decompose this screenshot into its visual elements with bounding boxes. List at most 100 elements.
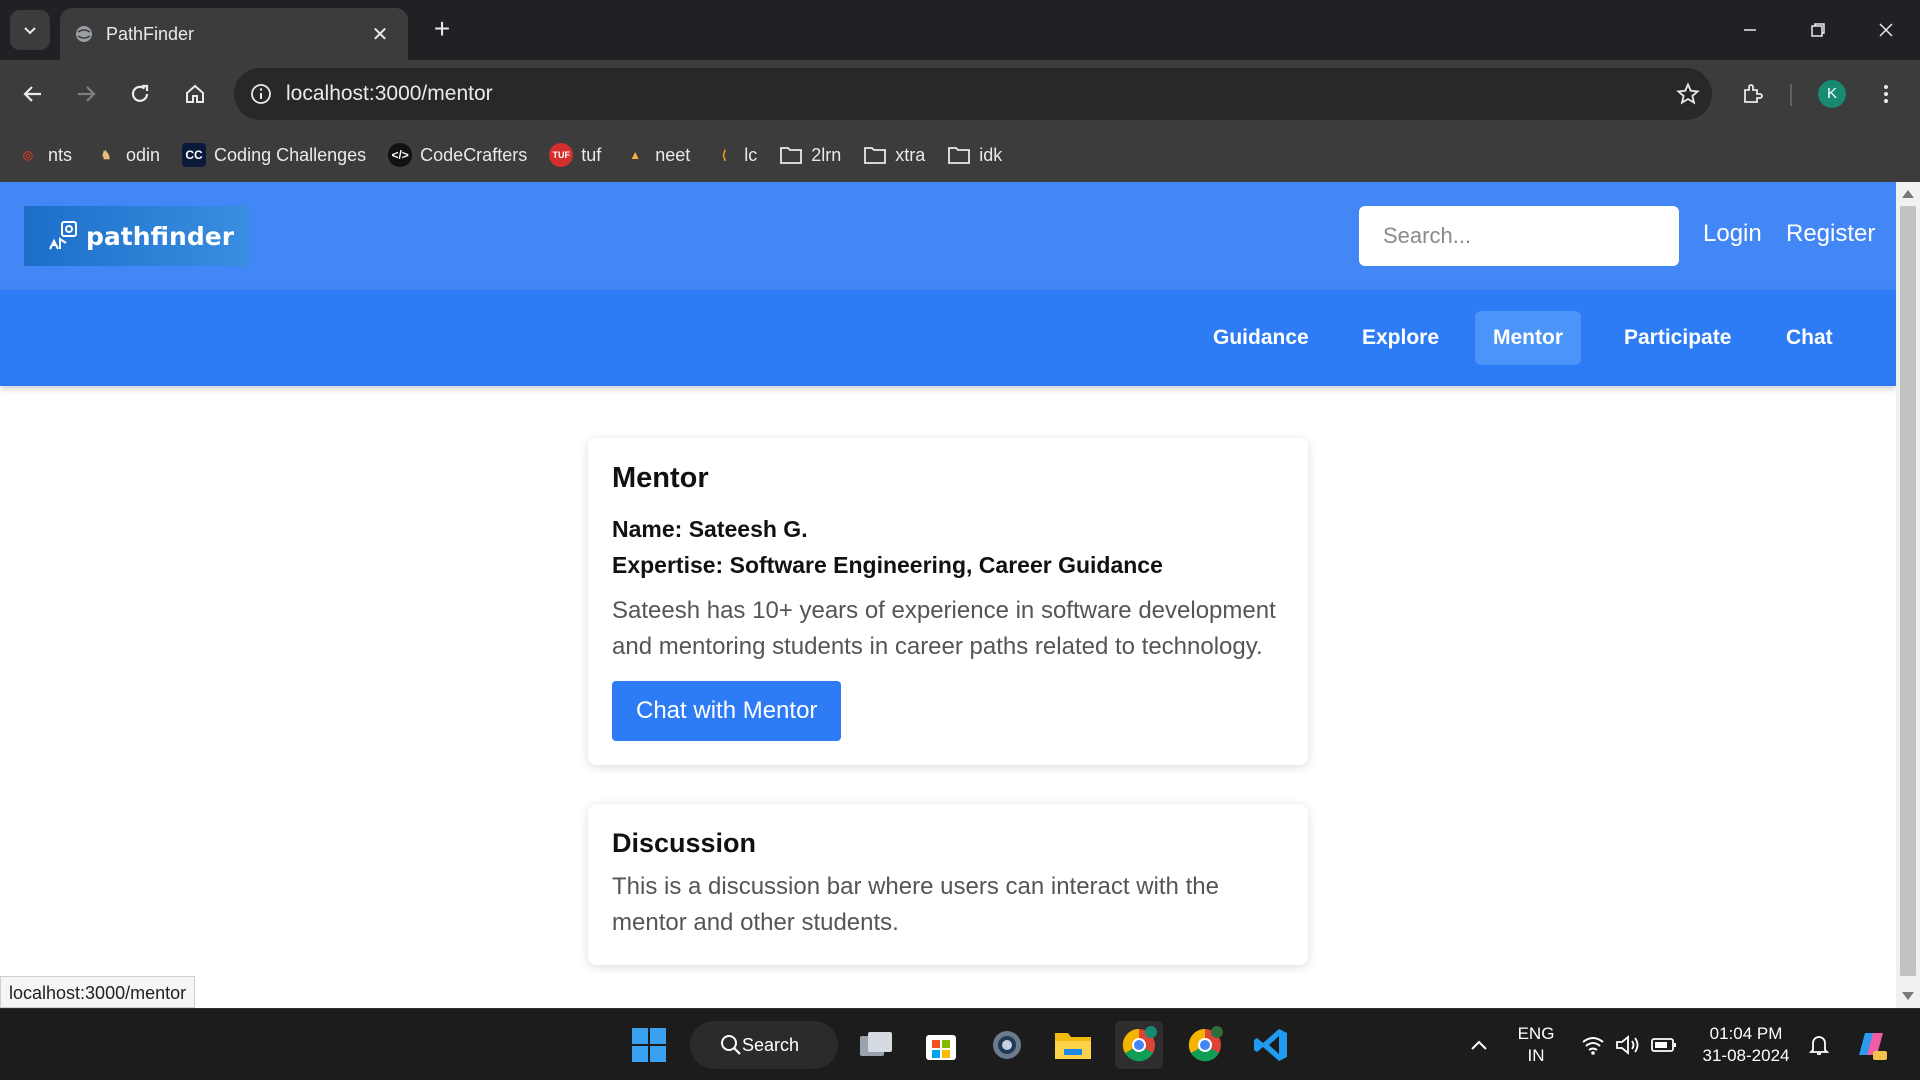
bookmark-folder[interactable]: idk bbox=[947, 143, 1002, 167]
settings-button[interactable] bbox=[983, 1021, 1031, 1069]
bookmark-item[interactable]: ⟨ lc bbox=[712, 143, 757, 167]
mentor-card-title: Mentor bbox=[612, 462, 709, 494]
mentor-expertise: Expertise: Software Engineering, Career … bbox=[612, 552, 1163, 578]
task-view-button[interactable] bbox=[852, 1021, 900, 1069]
reload-icon bbox=[131, 84, 149, 102]
mentor-description: Sateesh has 10+ years of experience in s… bbox=[612, 597, 1276, 660]
new-tab-button[interactable]: + bbox=[424, 12, 460, 48]
chat-with-mentor-button[interactable]: Chat with Mentor bbox=[612, 681, 842, 741]
volume-icon[interactable] bbox=[1615, 1034, 1641, 1056]
chevron-up-icon[interactable] bbox=[1469, 1038, 1489, 1052]
windows-logo-icon bbox=[632, 1028, 666, 1062]
clock-date: 31-08-2024 bbox=[1702, 1046, 1790, 1065]
site-logo[interactable]: pathfinder bbox=[24, 206, 249, 266]
mentor-name: Name: Sateesh G. bbox=[612, 516, 808, 542]
search-icon bbox=[721, 1035, 741, 1055]
nav-chat[interactable]: Chat bbox=[1768, 311, 1851, 365]
browser-toolbar: localhost:3000/mentor K bbox=[0, 60, 1920, 128]
taskbar-search[interactable]: Search bbox=[690, 1021, 838, 1069]
leetcode-favicon: ⟨ bbox=[721, 148, 727, 162]
minimize-button[interactable] bbox=[1716, 0, 1784, 60]
scroll-down-icon[interactable] bbox=[1902, 992, 1914, 1000]
search-input[interactable] bbox=[1359, 206, 1679, 266]
scroll-thumb[interactable] bbox=[1900, 206, 1916, 976]
nav-guidance[interactable]: Guidance bbox=[1195, 311, 1327, 365]
tab-close-icon[interactable]: ✕ bbox=[366, 22, 394, 47]
extensions-button[interactable] bbox=[1733, 74, 1773, 114]
profile-avatar[interactable]: K bbox=[1818, 80, 1846, 108]
arrow-left-icon bbox=[23, 86, 41, 102]
tuf-favicon: TUF bbox=[549, 143, 574, 167]
chrome-profile-g-button[interactable] bbox=[1181, 1021, 1229, 1069]
nav-participate[interactable]: Participate bbox=[1606, 311, 1749, 365]
login-link[interactable]: Login bbox=[1703, 220, 1762, 248]
close-icon bbox=[1879, 23, 1893, 37]
bookmark-item[interactable]: CC Coding Challenges bbox=[182, 143, 366, 167]
tab-search-button[interactable] bbox=[10, 10, 50, 50]
bookmark-label: neet bbox=[655, 144, 691, 165]
bookmark-item[interactable]: ♞ odin bbox=[94, 143, 160, 167]
main-nav: Guidance Explore Mentor Participate Chat bbox=[0, 290, 1896, 386]
forward-button[interactable] bbox=[66, 74, 106, 114]
clock[interactable]: 01:04 PM 31-08-2024 bbox=[1696, 1023, 1796, 1067]
home-button[interactable] bbox=[175, 74, 215, 114]
scroll-up-icon[interactable] bbox=[1902, 190, 1914, 198]
back-button[interactable] bbox=[13, 74, 53, 114]
browser-tab[interactable]: PathFinder ✕ bbox=[60, 8, 408, 60]
bookmark-label: idk bbox=[979, 144, 1003, 165]
bookmark-folder[interactable]: 2lrn bbox=[779, 143, 841, 167]
bookmark-folder[interactable]: xtra bbox=[863, 143, 925, 167]
page-scrollbar[interactable] bbox=[1896, 182, 1920, 1008]
folder-icon bbox=[947, 143, 971, 167]
os-taskbar: Search ENG IN 01:04 PM 31-08-2024 bbox=[0, 1008, 1920, 1080]
web-page: pathfinder Login Register Guidance Explo… bbox=[0, 182, 1896, 1008]
site-info-icon[interactable] bbox=[250, 83, 272, 105]
status-bar-url: localhost:3000/mentor bbox=[0, 976, 196, 1008]
wifi-icon[interactable] bbox=[1581, 1035, 1605, 1055]
store-button[interactable] bbox=[917, 1021, 965, 1069]
bookmark-label: lc bbox=[744, 144, 758, 165]
globe-icon bbox=[76, 26, 92, 42]
bookmark-item[interactable]: ◎ nts bbox=[16, 143, 72, 167]
bookmark-item[interactable]: </> CodeCrafters bbox=[388, 143, 527, 167]
bookmark-item[interactable]: TUF tuf bbox=[549, 143, 601, 167]
chrome-profile-k-button[interactable] bbox=[1115, 1021, 1163, 1069]
bookmark-label: nts bbox=[48, 144, 73, 165]
neet-favicon: ▲ bbox=[629, 148, 642, 162]
bookmark-label: Coding Challenges bbox=[214, 144, 367, 165]
language-indicator[interactable]: ENG IN bbox=[1514, 1023, 1558, 1067]
bookmarks-bar: ◎ nts ♞ odin CC Coding Challenges </> CodeCr… bbox=[0, 128, 1920, 182]
star-icon bbox=[1676, 82, 1700, 105]
restore-button[interactable] bbox=[1784, 0, 1852, 60]
nav-explore[interactable]: Explore bbox=[1344, 311, 1457, 365]
arrow-right-icon bbox=[78, 86, 96, 102]
file-explorer-button[interactable] bbox=[1049, 1021, 1097, 1069]
chrome-icon bbox=[1122, 1026, 1157, 1062]
reload-button[interactable] bbox=[120, 74, 160, 114]
nts-favicon: ◎ bbox=[22, 148, 34, 162]
bookmark-star-button[interactable] bbox=[1664, 82, 1712, 106]
clock-time: 01:04 PM bbox=[1709, 1024, 1783, 1043]
start-button[interactable] bbox=[625, 1021, 673, 1069]
vscode-button[interactable] bbox=[1247, 1021, 1295, 1069]
address-bar[interactable]: localhost:3000/mentor bbox=[234, 68, 1712, 120]
battery-icon[interactable] bbox=[1651, 1037, 1677, 1053]
window-controls bbox=[1716, 0, 1920, 60]
browser-menu-button[interactable] bbox=[1866, 74, 1906, 114]
taskbar-search-label: Search bbox=[742, 1034, 800, 1055]
nav-mentor[interactable]: Mentor bbox=[1475, 311, 1581, 365]
bookmark-label: tuf bbox=[581, 144, 602, 165]
discussion-card-title: Discussion bbox=[612, 828, 757, 858]
close-window-button[interactable] bbox=[1852, 0, 1920, 60]
folder-icon bbox=[863, 143, 887, 167]
gear-icon bbox=[993, 1031, 1021, 1059]
logo-text: pathfinder bbox=[86, 221, 235, 251]
register-link[interactable]: Register bbox=[1786, 220, 1875, 248]
notification-icon[interactable] bbox=[1807, 1033, 1831, 1057]
bookmark-item[interactable]: ▲ neet bbox=[623, 143, 690, 167]
copilot-icon[interactable] bbox=[1853, 1027, 1889, 1063]
bookmark-label: odin bbox=[126, 144, 161, 165]
site-header: pathfinder Login Register bbox=[0, 182, 1896, 290]
region-code: IN bbox=[1527, 1046, 1545, 1065]
task-view-icon bbox=[860, 1032, 892, 1056]
